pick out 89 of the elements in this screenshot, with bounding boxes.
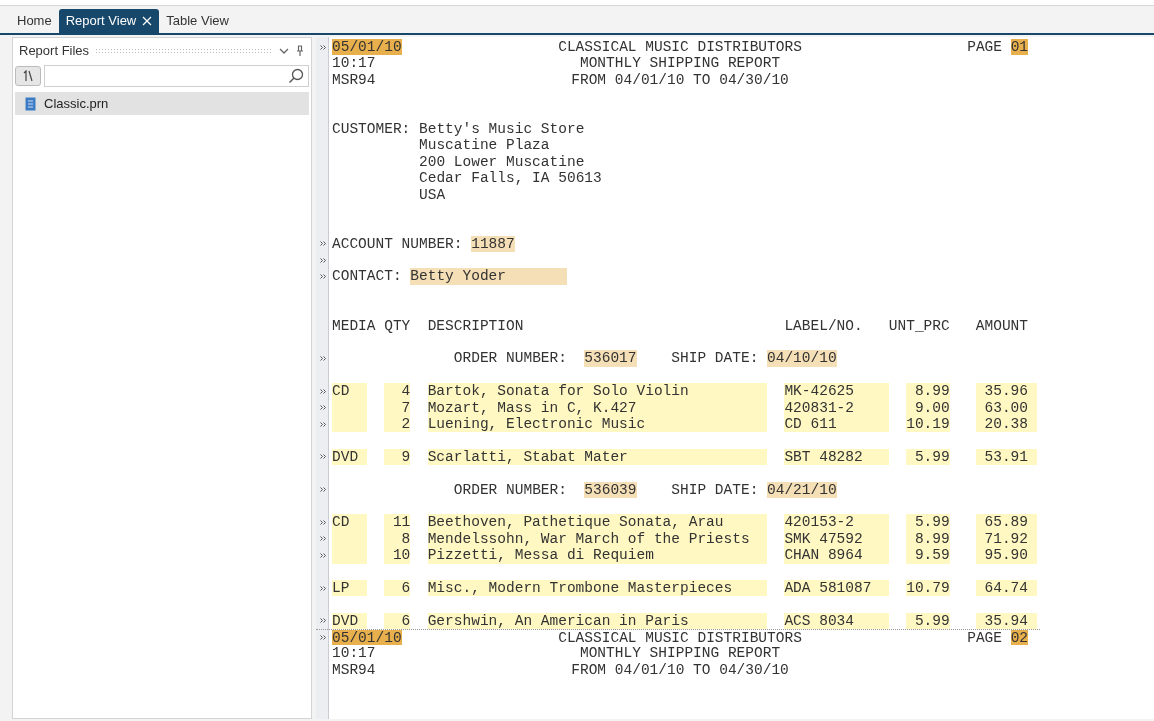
- media-type: CD: [332, 514, 367, 531]
- unit-price: 9.59: [906, 547, 950, 564]
- tab[interactable]: Home: [10, 9, 59, 33]
- customer-label: CUSTOMER:: [332, 120, 411, 138]
- unit-price: 8.99: [906, 383, 950, 400]
- label-number: 420153-2: [784, 514, 889, 531]
- document-icon: [25, 96, 36, 111]
- item-description: Beethoven, Pathetique Sonata, Arau: [427, 514, 767, 531]
- unit-price: 5.99: [906, 514, 950, 531]
- ship-date-label: SHIP DATE:: [671, 350, 759, 367]
- column-header: LABEL/NO.: [784, 317, 863, 335]
- ship-date: 04/21/10: [767, 481, 837, 498]
- chevron-down-icon[interactable]: [279, 47, 289, 55]
- report-date: 05/01/10: [332, 630, 402, 646]
- quantity: 6: [384, 612, 411, 630]
- order-number: 536017: [584, 350, 637, 367]
- report-subtitle: MONTHLY SHIPPING REPORT: [578, 55, 782, 72]
- search-icon: [288, 68, 304, 84]
- file-item[interactable]: Classic.prn: [15, 92, 309, 115]
- account-number: 11887: [471, 235, 515, 253]
- amount: 35.94: [975, 612, 1037, 630]
- label-number: SBT 48282: [784, 448, 889, 466]
- report-date: 05/01/10: [332, 39, 402, 56]
- item-description: Scarlatti, Stabat Mater: [427, 448, 767, 466]
- quantity: 4: [384, 383, 411, 400]
- customer-address: USA: [419, 186, 446, 203]
- order-label: ORDER NUMBER:: [453, 350, 567, 367]
- column-header: QTY: [384, 317, 411, 335]
- unit-price: 5.99: [906, 612, 950, 630]
- column-header: DESCRIPTION: [427, 317, 524, 335]
- panel-title: Report Files: [19, 42, 90, 61]
- item-description: Pizzetti, Messa di Requiem: [427, 547, 767, 564]
- item-description: Gershwin, An American in Paris: [427, 612, 767, 630]
- account-label: ACCOUNT NUMBER:: [332, 235, 463, 253]
- customer-address: Betty's Music Store: [419, 120, 585, 138]
- report-title: CLASSICAL MUSIC DISTRIBUTORS: [557, 630, 803, 646]
- quantity: 9: [384, 448, 411, 466]
- report-time: 10:17: [332, 55, 376, 72]
- report-code: MSR94: [332, 661, 376, 679]
- column-header: AMOUNT: [975, 317, 1028, 335]
- unit-price: 5.99: [906, 448, 950, 466]
- quantity: 10: [384, 547, 411, 564]
- close-icon[interactable]: [142, 16, 153, 26]
- customer-address: 200 Lower Muscatine: [419, 153, 585, 171]
- column-header: MEDIA: [332, 317, 376, 335]
- amount: 64.74: [975, 579, 1037, 597]
- item-description: Bartok, Sonata for Solo Violin: [427, 383, 767, 400]
- page-number: 02: [1010, 630, 1029, 646]
- amount: 65.89: [975, 514, 1037, 531]
- media-type: LP: [332, 579, 367, 597]
- quantity: 11: [384, 514, 411, 531]
- date-range: FROM 04/01/10 TO 04/30/10: [570, 71, 790, 89]
- label-number: ADA 581087: [784, 579, 889, 597]
- customer-address: Cedar Falls, IA 50613: [419, 170, 602, 187]
- ship-date-label: SHIP DATE:: [671, 481, 759, 498]
- report-code: MSR94: [332, 71, 376, 89]
- sort-button[interactable]: [15, 66, 41, 86]
- column-header: UNT_PRC: [888, 317, 950, 335]
- amount: 95.90: [975, 547, 1037, 564]
- tab[interactable]: Report View: [58, 9, 160, 33]
- ship-date: 04/10/10: [767, 350, 837, 367]
- customer-address: Muscatine Plaza: [419, 137, 550, 154]
- report-time: 10:17: [332, 645, 376, 662]
- item-description: Misc., Modern Trombone Masterpieces: [427, 579, 767, 597]
- label-number: CHAN 8964: [784, 547, 889, 564]
- media-type: DVD: [332, 448, 367, 466]
- amount: 35.96: [975, 383, 1037, 400]
- quantity: 6: [384, 579, 411, 597]
- media-type: CD: [332, 383, 367, 400]
- report-subtitle: MONTHLY SHIPPING REPORT: [578, 645, 782, 662]
- label-number: ACS 8034: [784, 612, 889, 630]
- page-label: PAGE: [967, 630, 1002, 646]
- pin-icon[interactable]: [295, 45, 305, 57]
- date-range: FROM 04/01/10 TO 04/30/10: [570, 661, 790, 679]
- order-number: 536039: [584, 481, 637, 498]
- contact-label: CONTACT:: [332, 268, 402, 285]
- highlight-band: [332, 547, 367, 564]
- media-type: DVD: [332, 612, 367, 630]
- contact-name: Betty Yoder: [410, 268, 567, 285]
- label-number: MK-42625: [784, 383, 889, 400]
- tab[interactable]: Table View: [159, 9, 236, 33]
- search-field[interactable]: [44, 65, 309, 87]
- sort-icon: [22, 70, 34, 82]
- order-label: ORDER NUMBER:: [453, 481, 567, 498]
- unit-price: 10.79: [906, 579, 950, 597]
- page-label: PAGE: [967, 39, 1002, 56]
- amount: 53.91: [975, 448, 1037, 466]
- page-number: 01: [1010, 39, 1029, 56]
- report-title: CLASSICAL MUSIC DISTRIBUTORS: [557, 39, 803, 56]
